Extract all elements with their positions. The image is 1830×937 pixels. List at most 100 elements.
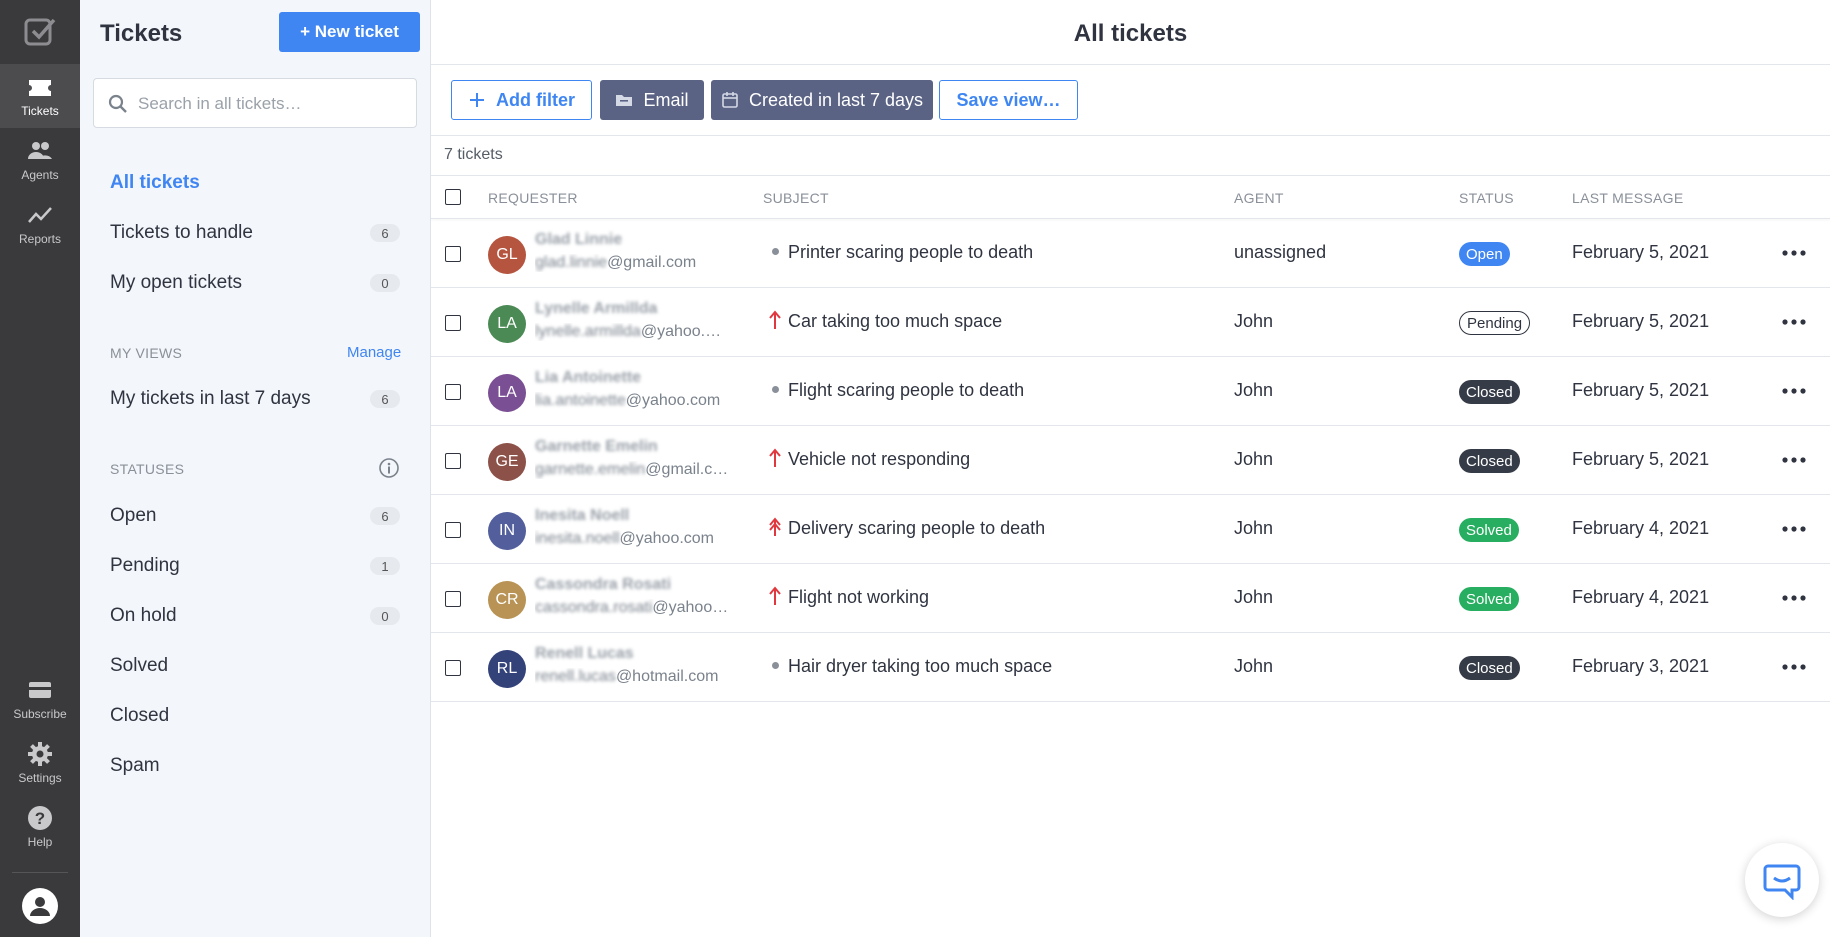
table-row[interactable]: LA Lynelle Armillda lynelle.armillda@yahoo… [431, 288, 1830, 357]
app-logo-icon[interactable] [24, 16, 56, 48]
rail-item-settings[interactable]: Settings [0, 731, 80, 795]
header-divider [431, 64, 1830, 65]
status-badge: Closed [1459, 656, 1520, 680]
select-all-checkbox[interactable] [445, 189, 461, 205]
manage-views-link[interactable]: Manage [347, 344, 401, 361]
count-badge: 6 [370, 224, 400, 242]
nav-tickets-to-handle[interactable]: Tickets to handle 6 [110, 218, 400, 248]
column-header-last-message[interactable]: LAST MESSAGE [1572, 190, 1684, 206]
last-message-date: February 4, 2021 [1572, 518, 1710, 538]
column-header-agent[interactable]: AGENT [1234, 190, 1284, 206]
status-badge: Closed [1459, 449, 1520, 473]
rail-item-subscribe[interactable]: Subscribe [0, 667, 80, 731]
count-divider [431, 175, 1830, 176]
table-row[interactable]: GL Glad Linnie glad.linnie@gmail.com Printe… [431, 219, 1830, 288]
tickets-icon [29, 80, 51, 96]
table-row[interactable]: GE Garnette Emelin garnette.emelin@gmail.c… [431, 426, 1830, 495]
requester-email: glad.linnie@gmail.com [535, 254, 735, 272]
requester-email-domain: @yahoo.… [640, 323, 722, 340]
ticket-subject[interactable]: Flight not working [788, 587, 929, 608]
priority-indicator [767, 584, 783, 608]
nav-status-solved[interactable]: Solved [110, 651, 400, 681]
column-header-requester[interactable]: REQUESTER [488, 190, 578, 206]
rail-item-help[interactable]: ? Help [0, 795, 80, 859]
count-badge: 6 [370, 390, 400, 408]
more-options-icon[interactable] [1779, 655, 1809, 679]
nav-status-open[interactable]: Open 6 [110, 501, 400, 531]
nav-my-open-tickets[interactable]: My open tickets 0 [110, 268, 400, 298]
nav-status-closed[interactable]: Closed [110, 701, 400, 731]
rail-divider [12, 872, 68, 873]
sidebar-title: Tickets [100, 20, 183, 47]
row-checkbox[interactable] [445, 660, 461, 676]
table-row[interactable]: CR Cassondra Rosati cassondra.rosati@yahoo… [431, 564, 1830, 633]
ticket-subject[interactable]: Delivery scaring people to death [788, 518, 1045, 539]
search-input[interactable] [138, 91, 398, 117]
row-checkbox[interactable] [445, 384, 461, 400]
requester-email-domain: @yahoo… [652, 599, 729, 616]
nav-status-spam[interactable]: Spam [110, 751, 400, 781]
ticket-subject[interactable]: Flight scaring people to death [788, 380, 1024, 401]
ticket-count: 7 tickets [444, 146, 503, 163]
priority-high-icon [769, 310, 781, 329]
rail-item-agents[interactable]: Agents [0, 128, 80, 192]
more-options-icon[interactable] [1779, 517, 1809, 541]
requester-name: Glad Linnie [535, 231, 623, 248]
ticket-subject[interactable]: Car taking too much space [788, 311, 1002, 332]
last-message-date: February 3, 2021 [1572, 656, 1710, 676]
ticket-agent: John [1234, 380, 1274, 400]
email-filter-button[interactable]: Email [600, 80, 704, 120]
column-header-subject[interactable]: SUBJECT [763, 190, 829, 206]
ticket-agent: John [1234, 518, 1274, 538]
more-options-icon[interactable] [1779, 310, 1809, 334]
row-checkbox[interactable] [445, 453, 461, 469]
chat-icon [1763, 864, 1801, 900]
row-checkbox[interactable] [445, 246, 461, 262]
more-options-icon[interactable] [1779, 448, 1809, 472]
last-message-date: February 5, 2021 [1572, 242, 1710, 262]
requester-email-domain: @gmail.com [607, 254, 697, 271]
status-badge: Solved [1459, 587, 1519, 611]
page-title: All tickets [1073, 20, 1188, 47]
date-filter-button[interactable]: Created in last 7 days [711, 80, 933, 120]
requester-email-user: cassondra.rosati [535, 599, 653, 616]
rail-item-reports[interactable]: Reports [0, 192, 80, 256]
more-options-icon[interactable] [1779, 241, 1809, 265]
agents-icon [28, 142, 52, 159]
ticket-subject[interactable]: Printer scaring people to death [788, 242, 1033, 263]
nav-status-on-hold[interactable]: On hold 0 [110, 601, 400, 631]
requester-email: lynelle.armillda@yahoo.… [535, 323, 735, 341]
chat-launcher[interactable] [1745, 843, 1819, 917]
table-row[interactable]: RL Renell Lucas renell.lucas@hotmail.com Ha… [431, 633, 1830, 702]
column-header-status[interactable]: STATUS [1459, 190, 1514, 206]
nav-all-tickets[interactable]: All tickets [110, 168, 400, 198]
nav-label: Spam [110, 755, 160, 776]
count-badge: 0 [370, 607, 400, 625]
row-checkbox[interactable] [445, 315, 461, 331]
nav-label: Tickets to handle [110, 222, 253, 243]
nav-label: Open [110, 505, 157, 526]
ticket-subject[interactable]: Hair dryer taking too much space [788, 656, 1052, 677]
priority-high-icon [769, 586, 781, 605]
rail-item-tickets[interactable]: Tickets [0, 64, 80, 128]
more-options-icon[interactable] [1779, 586, 1809, 610]
ticket-subject[interactable]: Vehicle not responding [788, 449, 970, 470]
count-badge: 0 [370, 274, 400, 292]
info-icon[interactable] [378, 457, 400, 479]
requester-name: Lia Antoinette [535, 369, 642, 386]
nav-my-tickets-last-7-days[interactable]: My tickets in last 7 days 6 [110, 384, 400, 414]
table-row[interactable]: LA Lia Antoinette lia.antoinette@yahoo.com… [431, 357, 1830, 426]
gear-icon [28, 742, 52, 766]
rail-label: Tickets [21, 104, 59, 118]
requester-email-user: inesita.noell [535, 530, 620, 547]
requester-email-user: lynelle.armillda [535, 323, 641, 340]
more-options-icon[interactable] [1779, 379, 1809, 403]
user-avatar[interactable] [22, 888, 58, 924]
row-checkbox[interactable] [445, 591, 461, 607]
new-ticket-button[interactable]: + New ticket [279, 12, 420, 52]
save-view-button[interactable]: Save view… [939, 80, 1078, 120]
row-checkbox[interactable] [445, 522, 461, 538]
add-filter-button[interactable]: Add filter [451, 80, 592, 120]
table-row[interactable]: IN Inesita Noell inesita.noell@yahoo.com De… [431, 495, 1830, 564]
nav-status-pending[interactable]: Pending 1 [110, 551, 400, 581]
